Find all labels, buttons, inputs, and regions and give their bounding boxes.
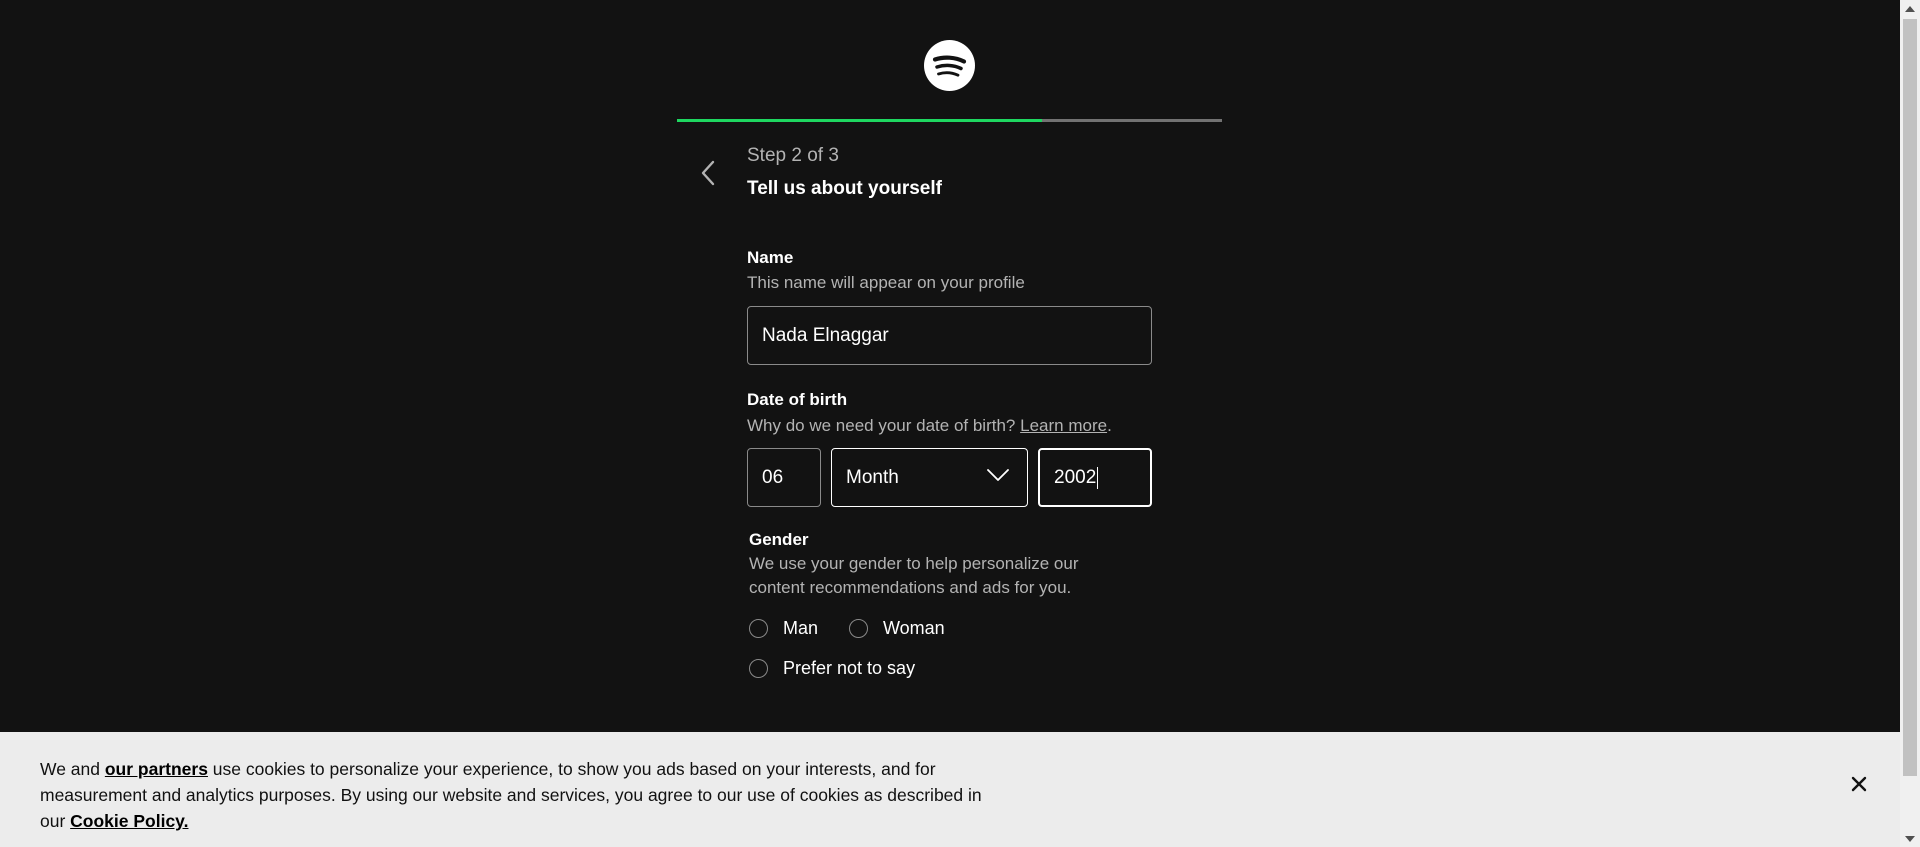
spotify-logo-icon[interactable]: [924, 40, 975, 91]
radio-button[interactable]: [749, 619, 768, 638]
vertical-scrollbar[interactable]: [1900, 0, 1920, 847]
cookie-text-prefix: We and: [40, 759, 105, 779]
gender-help-line-1: We use your gender to help personalize o…: [749, 554, 1079, 573]
gender-option-label: Man: [783, 618, 819, 638]
dob-day-value: 06: [762, 466, 784, 488]
step-indicator: Step 2 of 3: [747, 145, 839, 166]
name-help-text: This name will appear on your profile: [747, 273, 1025, 292]
gender-option-label: Prefer not to say: [783, 658, 916, 678]
signup-page: Step 2 of 3 Tell us about yourself Name …: [0, 0, 1900, 847]
gender-option-woman[interactable]: Woman: [849, 618, 945, 639]
scroll-down-arrow-icon[interactable]: [1900, 830, 1920, 847]
name-input-value: Nada Elnaggar: [762, 324, 889, 346]
dob-day-input[interactable]: 06: [747, 448, 821, 507]
dob-month-select[interactable]: Month: [831, 448, 1028, 507]
name-input[interactable]: Nada Elnaggar: [747, 306, 1152, 365]
progress-bar-fill: [677, 119, 1043, 122]
gender-label: Gender: [749, 530, 809, 549]
dob-help-question: Why do we need your date of birth?: [747, 416, 1016, 435]
scroll-up-arrow-icon[interactable]: [1900, 0, 1920, 17]
dob-help-text: Why do we need your date of birth? Learn…: [747, 414, 1112, 438]
our-partners-link[interactable]: our partners: [105, 759, 208, 779]
cookie-policy-link[interactable]: Cookie Policy.: [70, 811, 188, 831]
gender-help-text: We use your gender to help personalize o…: [749, 552, 1079, 600]
text-caret: [1097, 466, 1099, 489]
cookie-banner: We and our partners use cookies to perso…: [0, 732, 1900, 847]
close-icon[interactable]: [1849, 774, 1869, 794]
radio-button[interactable]: [749, 659, 768, 678]
dob-month-value: Month: [846, 466, 899, 488]
name-label: Name: [747, 248, 794, 267]
gender-option-man[interactable]: Man: [749, 618, 818, 639]
radio-button[interactable]: [849, 619, 868, 638]
gender-help-line-2: content recommendations and ads for you.: [749, 578, 1072, 597]
scrollbar-thumb[interactable]: [1903, 19, 1917, 776]
step-title: Tell us about yourself: [747, 178, 942, 199]
gender-option-label: Woman: [883, 618, 945, 638]
chevron-down-icon: [987, 469, 1009, 481]
back-chevron-icon[interactable]: [696, 156, 724, 190]
gender-option-prefer-not-to-say[interactable]: Prefer not to say: [749, 658, 915, 679]
dob-label: Date of birth: [747, 390, 848, 409]
progress-bar: [677, 119, 1222, 122]
dob-year-value: 2002: [1054, 466, 1097, 488]
dob-help-period: .: [1107, 416, 1112, 435]
learn-more-link[interactable]: Learn more: [1020, 416, 1107, 435]
dob-year-input[interactable]: 2002: [1038, 448, 1152, 507]
cookie-banner-text: We and our partners use cookies to perso…: [40, 756, 990, 834]
